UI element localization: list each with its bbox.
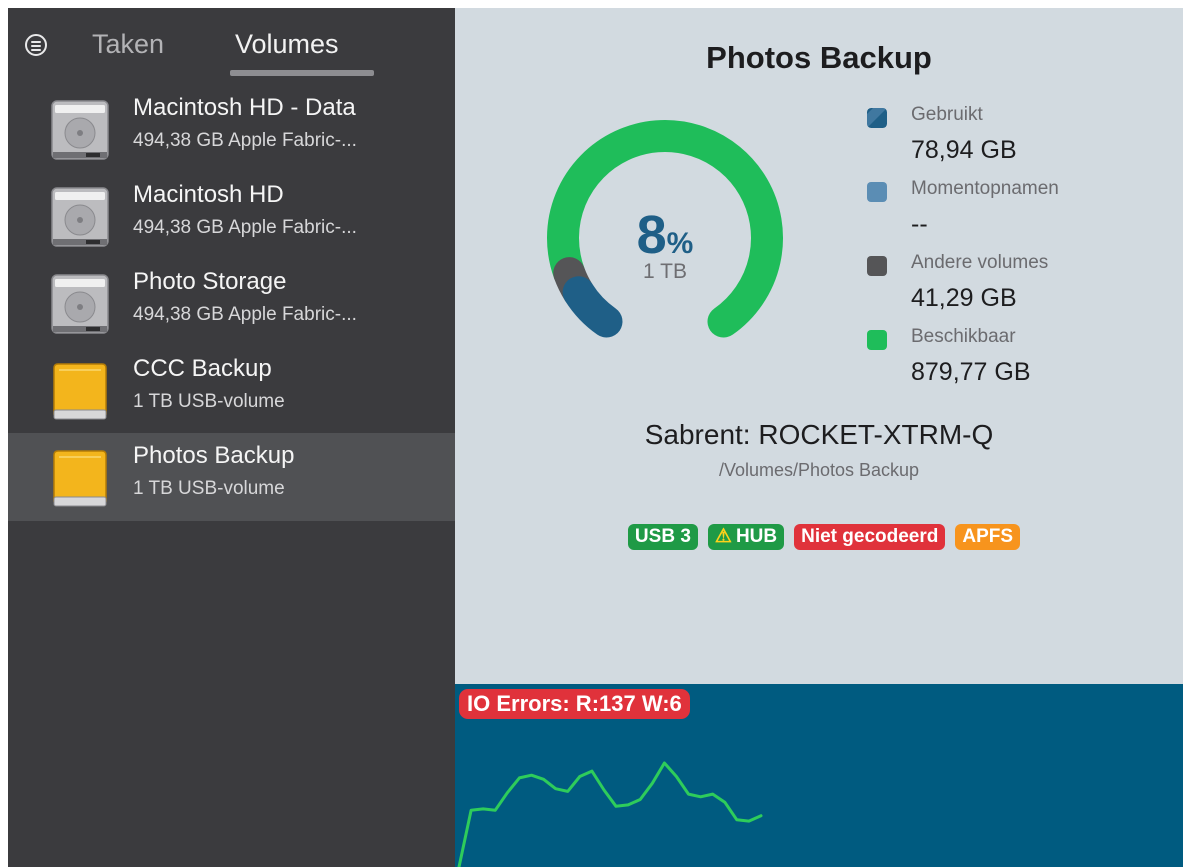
legend-value: 41,29 GB	[911, 284, 1017, 312]
device-name: Sabrent: ROCKET-XTRM-Q	[644, 419, 994, 450]
legend-label: Momentopnamen	[911, 178, 1059, 199]
app-window: Taken Volumes Macintosh HD - Data 494,38…	[8, 8, 1183, 867]
external-disk-icon	[53, 363, 107, 420]
volume-title: Photos Backup	[706, 40, 932, 75]
legend-value: --	[911, 210, 928, 238]
volume-name: Macintosh HD - Data	[133, 94, 356, 121]
tab-volumes[interactable]: Volumes	[235, 28, 339, 60]
volume-details: 494,38 GB Apple Fabric-...	[133, 304, 357, 325]
other-volumes-swatch-icon	[867, 256, 887, 276]
volume-detail-panel: Photos Backup 8% 1 TB Gebruikt 78,94 GB …	[455, 8, 1183, 867]
badge-filesystem: APFS	[955, 524, 1021, 550]
volume-name: Photos Backup	[133, 442, 295, 469]
volume-details: 494,38 GB Apple Fabric-...	[133, 130, 357, 151]
internal-disk-icon	[51, 100, 109, 160]
volume-list: Macintosh HD - Data 494,38 GB Apple Fabr…	[8, 85, 455, 521]
percent-sign: %	[666, 227, 694, 260]
active-tab-indicator	[230, 70, 374, 76]
tab-bar: Taken Volumes	[8, 8, 455, 80]
badge-hub-label: HUB	[735, 526, 778, 547]
legend-value: 78,94 GB	[911, 136, 1017, 164]
usage-percent: 8%	[625, 208, 705, 262]
sidebar: Taken Volumes Macintosh HD - Data 494,38…	[8, 8, 455, 867]
warning-icon: ⚠	[714, 526, 732, 547]
io-errors-badge: IO Errors: R:137 W:6	[459, 689, 690, 719]
volume-name: Macintosh HD	[133, 181, 284, 208]
internal-disk-icon	[51, 274, 109, 334]
mount-path: /Volumes/Photos Backup	[718, 460, 920, 480]
badge-row: USB 3 ⚠ HUB Niet gecodeerd APFS	[455, 524, 1183, 550]
badge-encryption: Niet gecodeerd	[794, 524, 946, 550]
menu-icon[interactable]	[25, 34, 47, 56]
volume-name: Photo Storage	[133, 268, 287, 295]
badge-hub: ⚠ HUB	[707, 524, 785, 550]
capacity-label: 1 TB	[643, 260, 687, 283]
usage-percent-value: 8	[636, 205, 667, 265]
volume-details: 494,38 GB Apple Fabric-...	[133, 217, 357, 238]
io-activity-line	[457, 761, 763, 867]
legend-value: 879,77 GB	[911, 358, 1031, 386]
volume-item-macintosh-hd[interactable]: Macintosh HD 494,38 GB Apple Fabric-...	[8, 172, 455, 259]
volume-name: CCC Backup	[133, 355, 272, 382]
external-disk-icon	[53, 450, 107, 507]
volume-details: 1 TB USB-volume	[133, 478, 285, 499]
volume-item-photo-storage[interactable]: Photo Storage 494,38 GB Apple Fabric-...	[8, 259, 455, 346]
legend-label: Gebruikt	[911, 104, 983, 125]
volume-item-photos-backup[interactable]: Photos Backup 1 TB USB-volume	[8, 433, 455, 521]
volume-details: 1 TB USB-volume	[133, 391, 285, 412]
used-swatch-icon	[867, 108, 887, 128]
badge-usb: USB 3	[627, 524, 698, 550]
gauge-segment-gebruikt	[562, 276, 623, 338]
available-swatch-icon	[867, 330, 887, 350]
io-error-panel: IO Errors: R:137 W:6	[455, 684, 1183, 867]
legend-label: Beschikbaar	[911, 326, 1016, 347]
volume-item-ccc-backup[interactable]: CCC Backup 1 TB USB-volume	[8, 346, 455, 433]
volume-item-macintosh-hd-data[interactable]: Macintosh HD - Data 494,38 GB Apple Fabr…	[8, 85, 455, 172]
internal-disk-icon	[51, 187, 109, 247]
legend-label: Andere volumes	[911, 252, 1049, 273]
snapshots-swatch-icon	[867, 182, 887, 202]
tab-taken[interactable]: Taken	[92, 28, 164, 60]
